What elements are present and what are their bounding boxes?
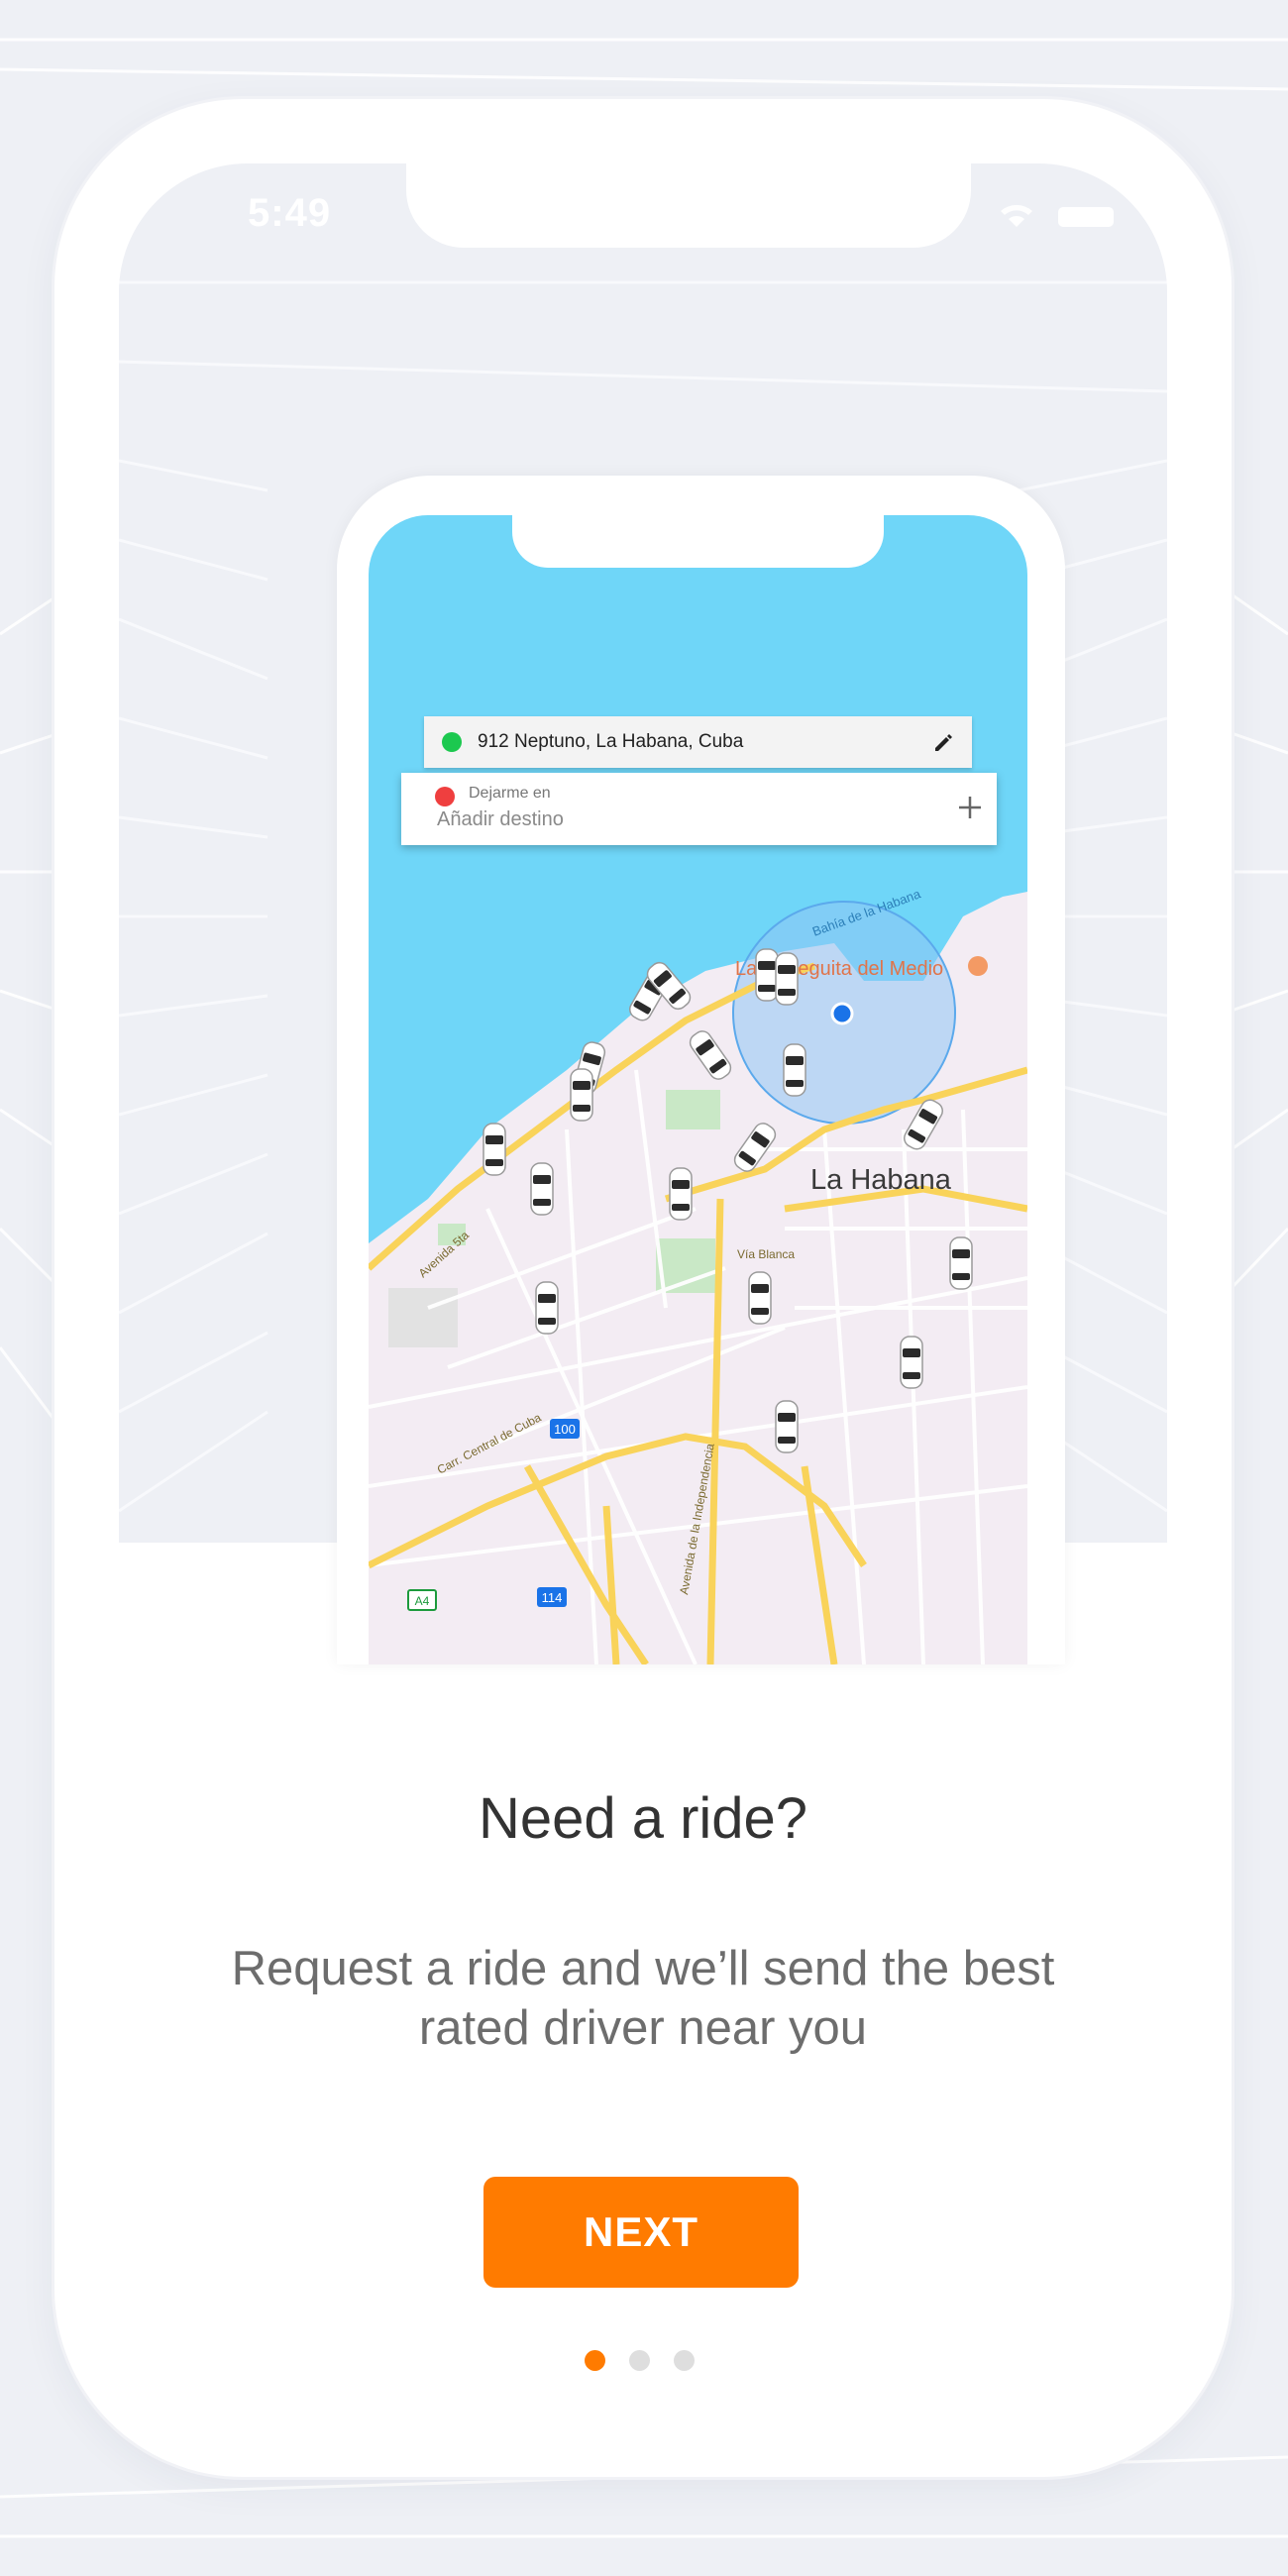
page-dot-1[interactable] (585, 2349, 605, 2371)
car-icon (900, 1336, 923, 1389)
car-icon (775, 952, 799, 1006)
plus-icon[interactable] (955, 793, 985, 822)
map-label-city: La Habana (810, 1164, 952, 1196)
next-button[interactable]: NEXT (483, 2177, 799, 2288)
map-screen[interactable]: 100 114 A4 Bahía de la Habana La Bodegui… (369, 515, 1027, 1664)
destination-input[interactable] (437, 808, 912, 831)
restaurant-pin-icon[interactable] (968, 956, 988, 976)
status-time: 5:49 (248, 191, 332, 235)
car-icon (669, 1167, 693, 1221)
car-icon (570, 1068, 593, 1122)
map-label-road-2: Vía Blanca (737, 1247, 795, 1261)
pencil-icon[interactable] (932, 731, 954, 753)
device-notch (406, 163, 971, 248)
destination-label: Dejarme en (469, 785, 551, 802)
page-dot-2[interactable] (629, 2349, 650, 2371)
car-icon (755, 948, 779, 1002)
current-location-icon[interactable] (830, 1002, 854, 1025)
red-dot-icon (435, 787, 455, 806)
car-icon (535, 1281, 559, 1335)
page-indicator (585, 2348, 703, 2372)
pickup-address: 912 Neptuno, La Habana, Cuba (478, 731, 744, 752)
onboarding-subtitle: Request a ride and we’ll send the best r… (231, 1942, 1055, 2055)
car-icon (748, 1271, 772, 1325)
shield-label-100: 100 (554, 1422, 576, 1437)
car-icon (783, 1043, 806, 1097)
wifi-icon (1001, 204, 1032, 227)
inner-notch (512, 515, 884, 568)
car-icon (483, 1123, 506, 1176)
city-map[interactable]: 100 114 A4 Bahía de la Habana La Bodegui… (369, 515, 1027, 1664)
onboarding-card: Need a ride? Request a ride and we’ll se… (119, 1543, 1167, 2474)
onboarding-title: Need a ride? (478, 1786, 808, 1851)
status-icons (1001, 204, 1114, 227)
car-icon (949, 1236, 973, 1290)
battery-icon (1058, 207, 1114, 227)
destination-card[interactable]: Dejarme en (401, 773, 997, 845)
inner-device-mockup: 100 114 A4 Bahía de la Habana La Bodegui… (337, 476, 1065, 1664)
car-icon (530, 1162, 554, 1216)
green-dot-icon (442, 732, 462, 752)
pickup-location-bar[interactable]: 912 Neptuno, La Habana, Cuba (424, 716, 972, 768)
car-icon (775, 1400, 799, 1453)
page-dot-3[interactable] (674, 2349, 695, 2371)
